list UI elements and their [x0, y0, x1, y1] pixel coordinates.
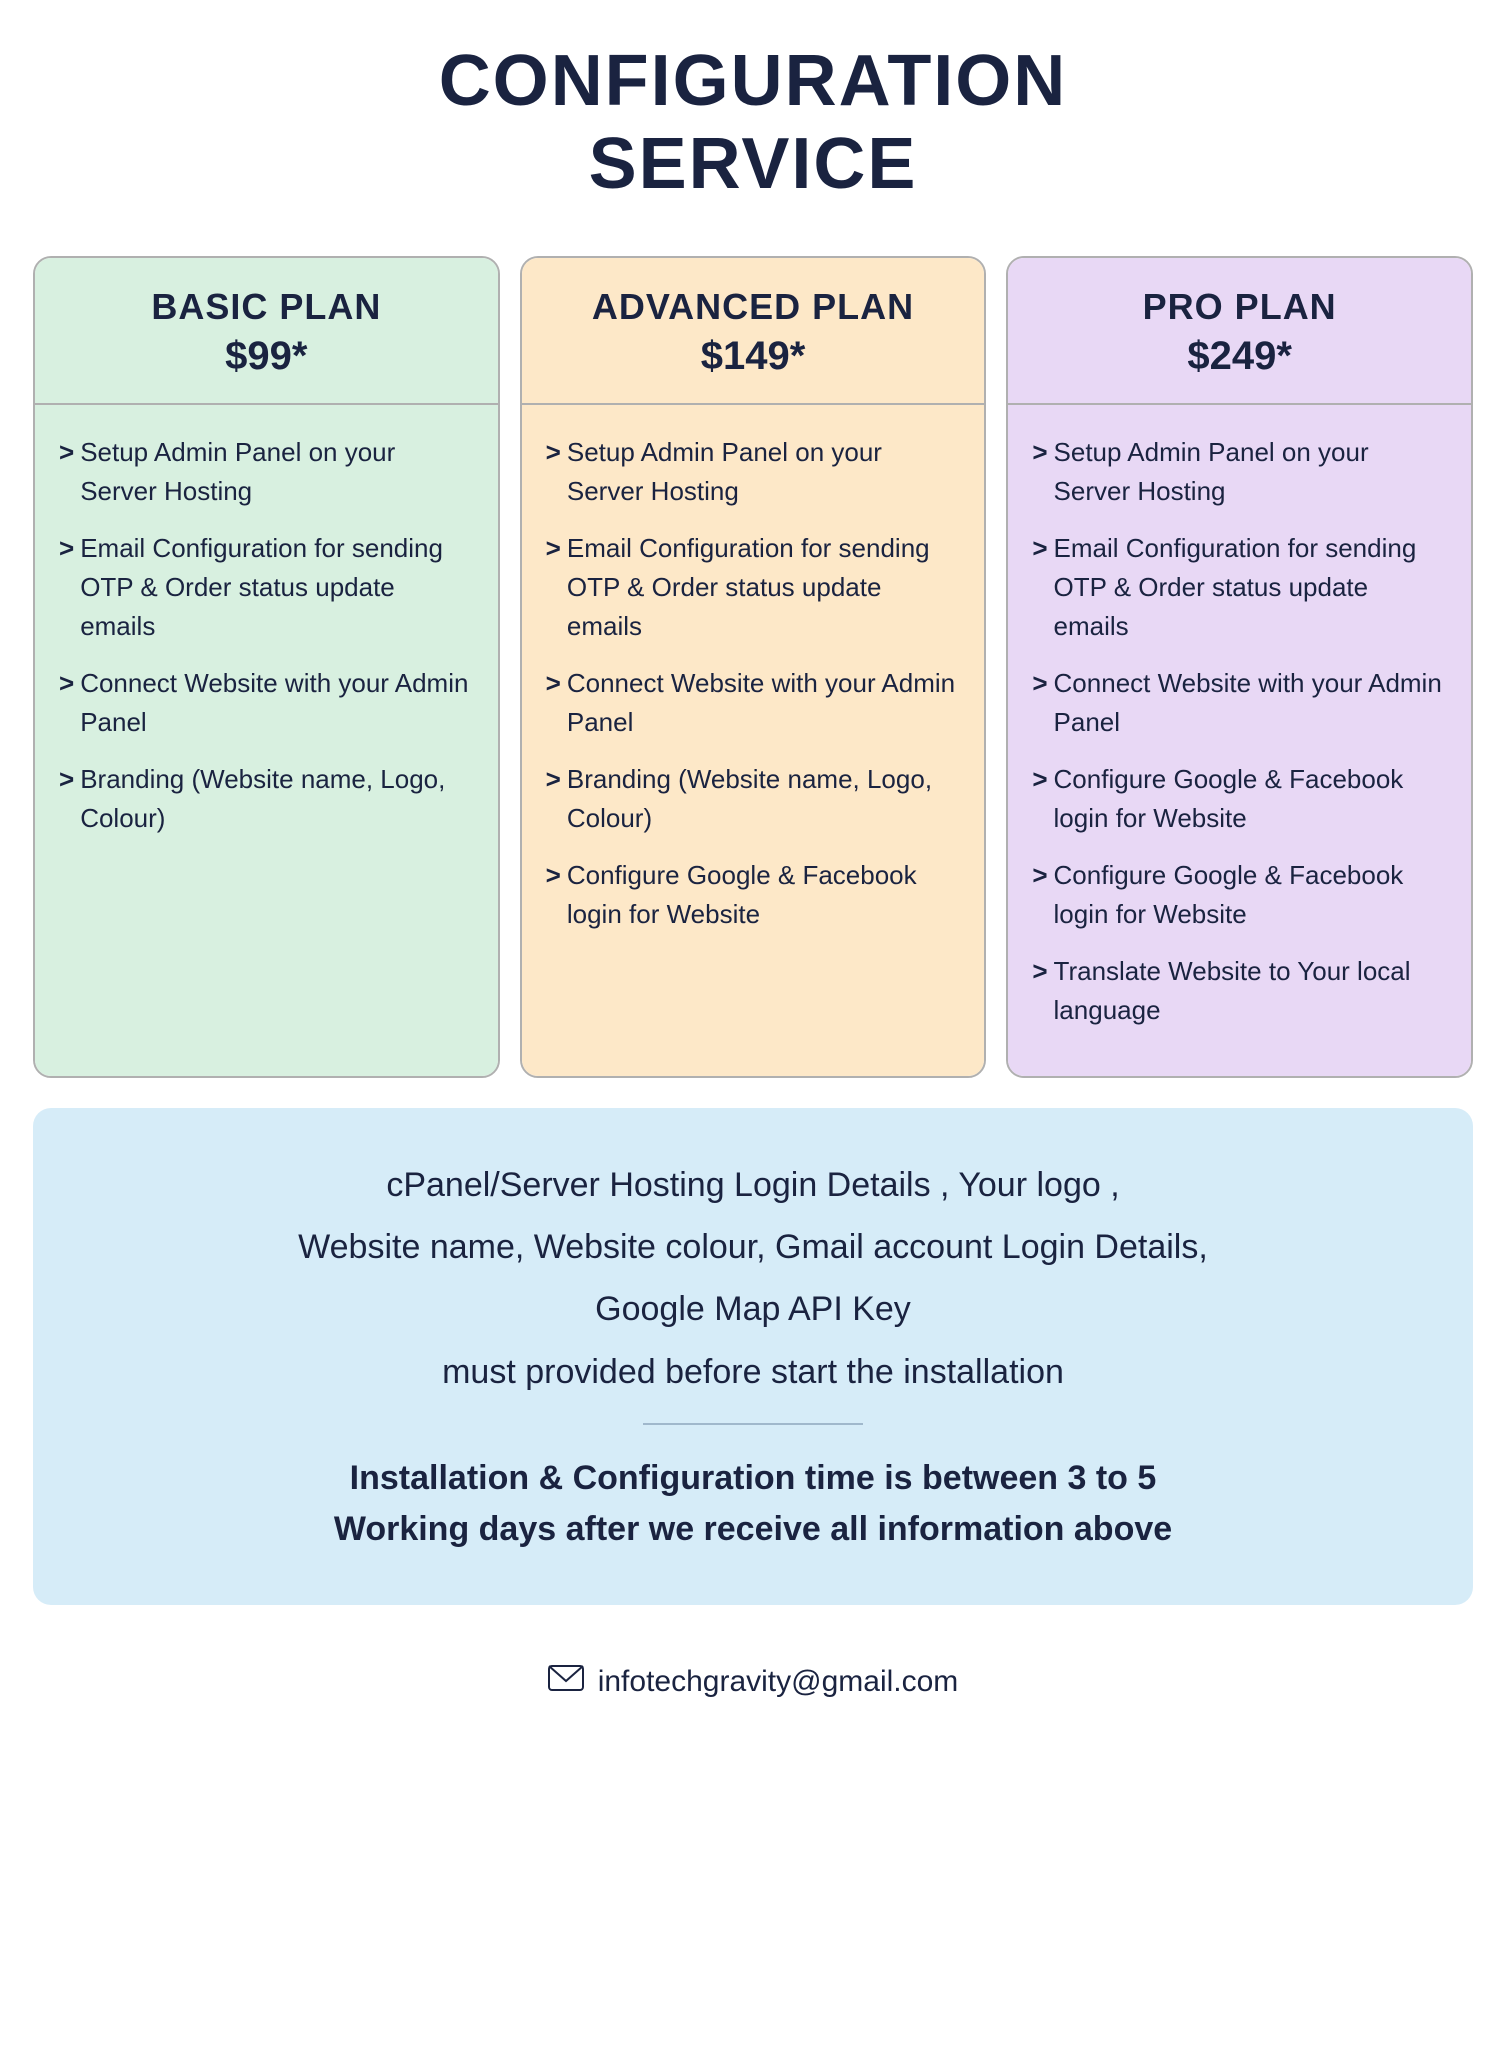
- plan-price-advanced: $149*: [542, 334, 965, 379]
- arrow-icon: >: [1032, 952, 1047, 1030]
- arrow-icon: >: [546, 760, 561, 838]
- plan-price-pro: $249*: [1028, 334, 1451, 379]
- arrow-icon: >: [546, 664, 561, 742]
- plan-card-basic: BASIC PLAN $99* > Setup Admin Panel on y…: [33, 256, 500, 1078]
- email-icon: [548, 1665, 584, 1699]
- arrow-icon: >: [546, 529, 561, 646]
- list-item: > Setup Admin Panel on your Server Hosti…: [1032, 433, 1447, 511]
- plan-price-basic: $99*: [55, 334, 478, 379]
- list-item: > Setup Admin Panel on your Server Hosti…: [59, 433, 474, 511]
- info-text-2: Website name, Website colour, Gmail acco…: [113, 1220, 1393, 1274]
- plan-card-advanced: ADVANCED PLAN $149* > Setup Admin Panel …: [520, 256, 987, 1078]
- email-address: infotechgravity@gmail.com: [598, 1665, 959, 1699]
- list-item: > Setup Admin Panel on your Server Hosti…: [546, 433, 961, 511]
- list-item: > Email Configuration for sending OTP & …: [59, 529, 474, 646]
- arrow-icon: >: [1032, 856, 1047, 934]
- arrow-icon: >: [59, 433, 74, 511]
- arrow-icon: >: [59, 664, 74, 742]
- info-divider: [643, 1423, 863, 1425]
- info-text-1: cPanel/Server Hosting Login Details , Yo…: [113, 1158, 1393, 1212]
- arrow-icon: >: [59, 760, 74, 838]
- list-item: > Email Configuration for sending OTP & …: [546, 529, 961, 646]
- list-item: > Connect Website with your Admin Panel: [1032, 664, 1447, 742]
- plan-header-pro: PRO PLAN $249*: [1008, 258, 1471, 405]
- plan-body-pro: > Setup Admin Panel on your Server Hosti…: [1008, 405, 1471, 1076]
- list-item: > Configure Google & Facebook login for …: [546, 856, 961, 934]
- list-item: > Translate Website to Your local langua…: [1032, 952, 1447, 1030]
- plan-name-pro: PRO PLAN: [1028, 286, 1451, 328]
- plans-container: BASIC PLAN $99* > Setup Admin Panel on y…: [33, 256, 1473, 1078]
- plan-name-advanced: ADVANCED PLAN: [542, 286, 965, 328]
- info-bold-2: Working days after we receive all inform…: [113, 1504, 1393, 1555]
- list-item: > Connect Website with your Admin Panel: [59, 664, 474, 742]
- footer-email-row: infotechgravity@gmail.com: [548, 1665, 959, 1699]
- plan-body-advanced: > Setup Admin Panel on your Server Hosti…: [522, 405, 985, 1076]
- arrow-icon: >: [1032, 664, 1047, 742]
- list-item: > Branding (Website name, Logo, Colour): [59, 760, 474, 838]
- info-text-4: must provided before start the installat…: [113, 1345, 1393, 1399]
- arrow-icon: >: [546, 433, 561, 511]
- arrow-icon: >: [546, 856, 561, 934]
- page-title: CONFIGURATION SERVICE: [439, 40, 1068, 206]
- arrow-icon: >: [1032, 529, 1047, 646]
- list-item: > Configure Google & Facebook login for …: [1032, 760, 1447, 838]
- arrow-icon: >: [1032, 433, 1047, 511]
- arrow-icon: >: [59, 529, 74, 646]
- info-box: cPanel/Server Hosting Login Details , Yo…: [33, 1108, 1473, 1606]
- list-item: > Connect Website with your Admin Panel: [546, 664, 961, 742]
- arrow-icon: >: [1032, 760, 1047, 838]
- plan-name-basic: BASIC PLAN: [55, 286, 478, 328]
- info-bold-1: Installation & Configuration time is bet…: [113, 1453, 1393, 1504]
- plan-body-basic: > Setup Admin Panel on your Server Hosti…: [35, 405, 498, 1076]
- list-item: > Configure Google & Facebook login for …: [1032, 856, 1447, 934]
- plan-header-advanced: ADVANCED PLAN $149*: [522, 258, 985, 405]
- plan-card-pro: PRO PLAN $249* > Setup Admin Panel on yo…: [1006, 256, 1473, 1078]
- plan-header-basic: BASIC PLAN $99*: [35, 258, 498, 405]
- list-item: > Email Configuration for sending OTP & …: [1032, 529, 1447, 646]
- list-item: > Branding (Website name, Logo, Colour): [546, 760, 961, 838]
- info-text-3: Google Map API Key: [113, 1282, 1393, 1336]
